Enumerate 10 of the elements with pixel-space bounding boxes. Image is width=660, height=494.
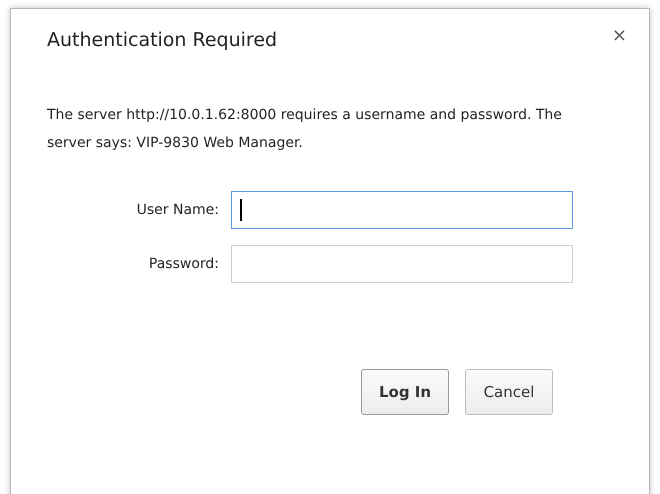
field-label: Password: — [148, 256, 219, 272]
login-button[interactable]: Log In — [361, 369, 449, 415]
close-button[interactable]: × — [610, 25, 629, 46]
text-cursor-icon — [240, 199, 242, 221]
message-text: The server http://10.0.1.62:8000 requires a username and password. The server says: VIP-9830 Web Manager. — [47, 106, 563, 153]
dialog-title: Authentication Required — [47, 29, 278, 51]
input-field[interactable] — [231, 245, 573, 283]
input-field[interactable] — [231, 191, 573, 229]
field-label: User Name: — [136, 202, 219, 218]
cancel-button[interactable]: Cancel — [465, 369, 553, 415]
